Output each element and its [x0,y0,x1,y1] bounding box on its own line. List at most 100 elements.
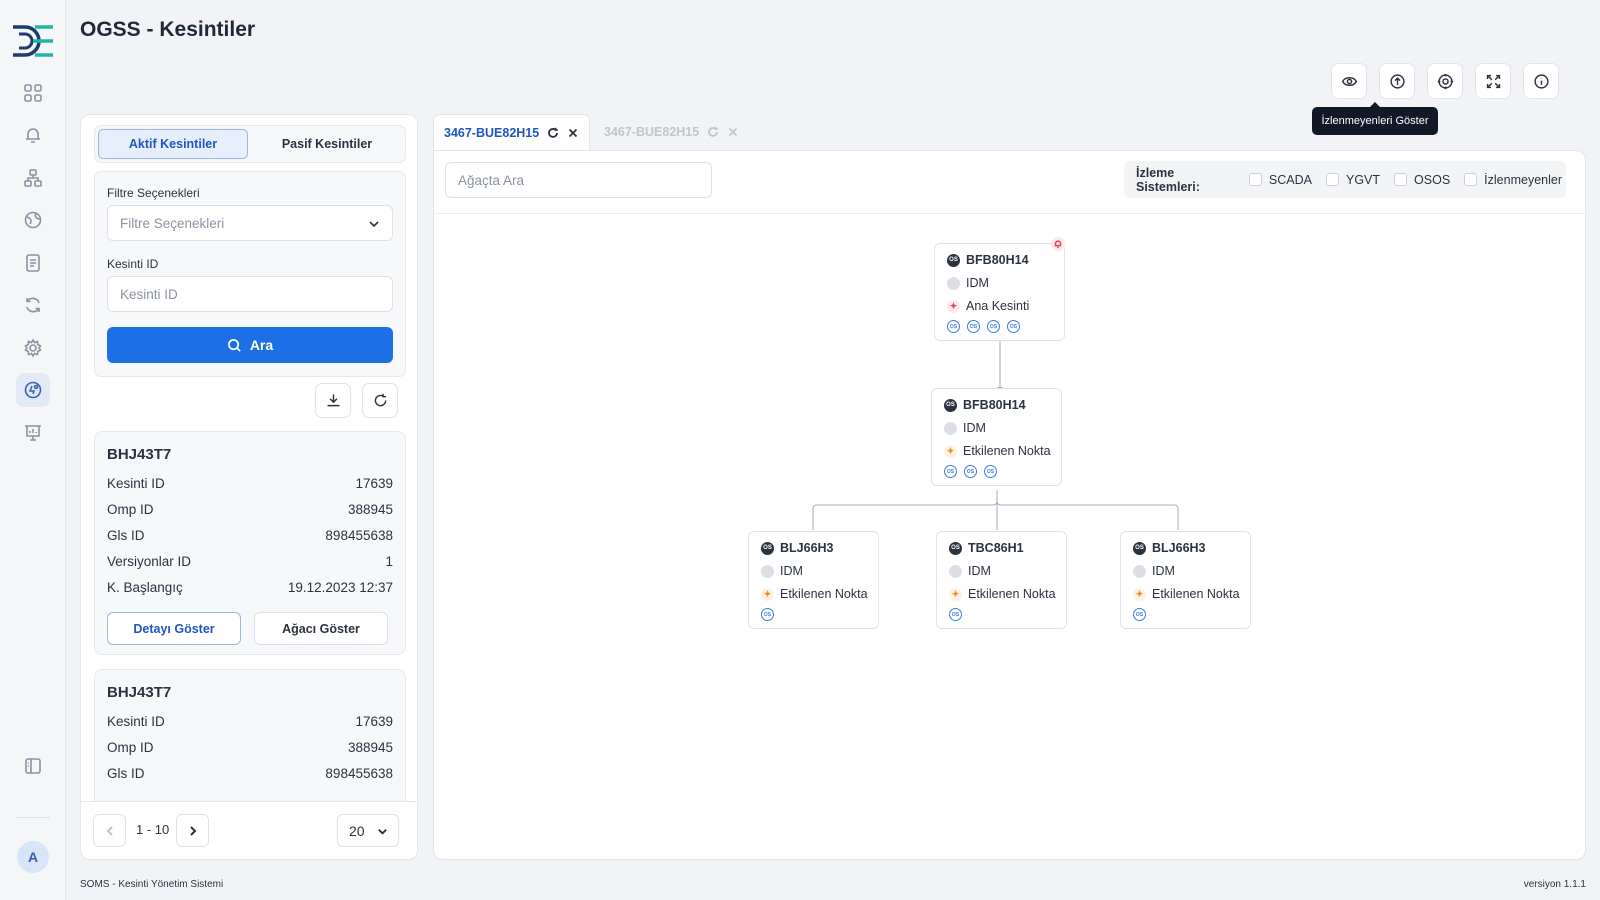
affected-point-icon: ✦ [949,587,962,601]
card-row: Gls ID 898455638 [107,528,393,548]
node-id: BFB80H14 [966,253,1029,267]
download-button[interactable] [315,383,351,418]
node-type: Etkilenen Nokta [780,587,868,601]
tab-tree-2[interactable]: 3467-BUE82H15 [594,114,749,150]
document-icon [26,254,40,272]
row-label: K. Başlangıç [107,580,183,595]
node-system: IDM [780,564,803,578]
status-dot-icon [1133,564,1146,578]
tree-node[interactable]: OS BLJ66H3 IDM ✦ Etkilenen Nokta OS [1120,531,1251,629]
row-value: 1 [385,554,393,569]
node-type: Etkilenen Nokta [963,444,1051,458]
os-badges: OS [761,608,774,621]
outage-card: BHJ43T7 Kesinti ID 17639 Omp ID 388945 Gls… [94,431,406,655]
sidebar-item-settings[interactable] [16,331,50,365]
fullscreen-button[interactable] [1475,63,1511,99]
chevron-down-icon [369,221,379,228]
eye-icon [1341,76,1357,86]
focus-button[interactable] [1427,63,1463,99]
tree-node[interactable]: OS BLJ66H3 IDM ✦ Etkilenen Nokta OS [748,531,879,629]
next-page-button[interactable] [176,814,209,847]
node-type-icon: OS [761,541,774,555]
os-badge-icon[interactable]: OS [1133,608,1146,621]
chevron-right-icon [189,825,196,836]
refresh-icon[interactable] [707,126,719,138]
row-value: 17639 [355,476,393,491]
sidebar-item-hierarchy[interactable] [16,161,50,195]
sidebar-item-reports[interactable] [16,246,50,280]
alarm-badge [1051,237,1065,251]
row-label: Gls ID [107,766,145,781]
tooltip: İzlenmeyenleri Göster [1312,102,1438,135]
sidebar-item-presentation[interactable] [16,416,50,450]
node-type-icon: OS [949,541,962,555]
page-size-value: 20 [349,822,365,839]
status-dot-icon [944,421,957,435]
os-badge-icon[interactable]: OS [761,608,774,621]
search-button-label: Ara [249,337,274,353]
outage-id-input[interactable]: Kesinti ID [107,276,393,312]
app-logo[interactable] [11,24,55,58]
tree-panel: Ağaçta Ara İzleme Sistemleri: SCADA YGVT… [433,150,1586,860]
os-badges: OS OS OS [944,465,997,478]
sidebar-item-dashboard[interactable] [16,76,50,110]
status-tabs: Aktif Kesintiler Pasif Kesintiler [94,125,406,163]
filter-select[interactable]: Filtre Seçenekleri [107,205,393,241]
row-value: 898455638 [325,528,393,543]
status-dot-icon [949,564,962,578]
avatar[interactable]: A [17,841,49,873]
refresh-icon[interactable] [547,127,559,139]
status-dot-icon [947,276,960,290]
footer: SOMS - Kesinti Yönetim Sistemi versiyon … [66,866,1600,900]
os-badge-icon[interactable]: OS [984,465,997,478]
tab-active-outages[interactable]: Aktif Kesintiler [98,129,248,159]
outage-icon [24,381,42,399]
gear-icon [24,338,42,358]
sidebar-item-outages[interactable] [16,373,50,407]
sidebar-toggle-icon [25,758,41,774]
upload-button[interactable] [1379,63,1415,99]
node-system: IDM [1152,564,1175,578]
outage-id-label: Kesinti ID [107,257,159,271]
status-dot-icon [761,564,774,578]
filter-label: Filtre Seçenekleri [107,186,200,200]
os-badge-icon[interactable]: OS [949,608,962,621]
tab-passive-outages[interactable]: Pasif Kesintiler [252,129,402,159]
os-badge-icon[interactable]: OS [964,465,977,478]
node-type-icon: OS [1133,541,1146,555]
bell-icon [26,128,40,143]
sidebar-collapse-button[interactable] [16,749,50,783]
os-badge-icon[interactable]: OS [944,465,957,478]
page-range: 1 - 10 [136,822,170,837]
bell-icon [1054,240,1062,249]
page-size-select[interactable]: 20 [337,814,399,847]
info-button[interactable] [1523,63,1559,99]
close-icon[interactable] [567,127,579,139]
tab-label: 3467-BUE82H15 [444,125,540,140]
prev-page-button[interactable] [93,814,126,847]
node-type: Etkilenen Nokta [968,587,1056,601]
tab-tree-1[interactable]: 3467-BUE82H15 [433,114,591,150]
search-button[interactable]: Ara [107,327,393,363]
tree-node-root[interactable]: OS BFB80H14 IDM ✦ Ana Kesinti OS OS OS OS [934,237,1065,341]
sidebar-item-globe[interactable] [16,203,50,237]
tree-node[interactable]: OS TBC86H1 IDM ✦ Etkilenen Nokta OS [936,531,1067,629]
node-id: TBC86H1 [968,541,1024,555]
tree-node[interactable]: OS BFB80H14 IDM ✦ Etkilenen Nokta OS OS OS [931,388,1062,486]
affected-point-icon: ✦ [761,587,774,601]
sidebar-item-sync[interactable] [16,288,50,322]
hierarchy-icon [24,169,42,187]
os-badge-icon[interactable]: OS [967,320,980,333]
show-detail-button[interactable]: Detayı Göster [107,612,241,645]
globe-icon [24,211,42,229]
show-unmonitored-button[interactable] [1331,63,1367,99]
sidebar: A [0,0,66,900]
sidebar-item-alarms[interactable] [16,118,50,152]
refresh-button[interactable] [362,383,398,418]
download-icon [327,394,339,407]
show-tree-button[interactable]: Ağacı Göster [254,612,388,645]
os-badge-icon[interactable]: OS [947,320,960,333]
os-badge-icon[interactable]: OS [987,320,1000,333]
os-badge-icon[interactable]: OS [1007,320,1020,333]
close-icon[interactable] [727,126,739,138]
